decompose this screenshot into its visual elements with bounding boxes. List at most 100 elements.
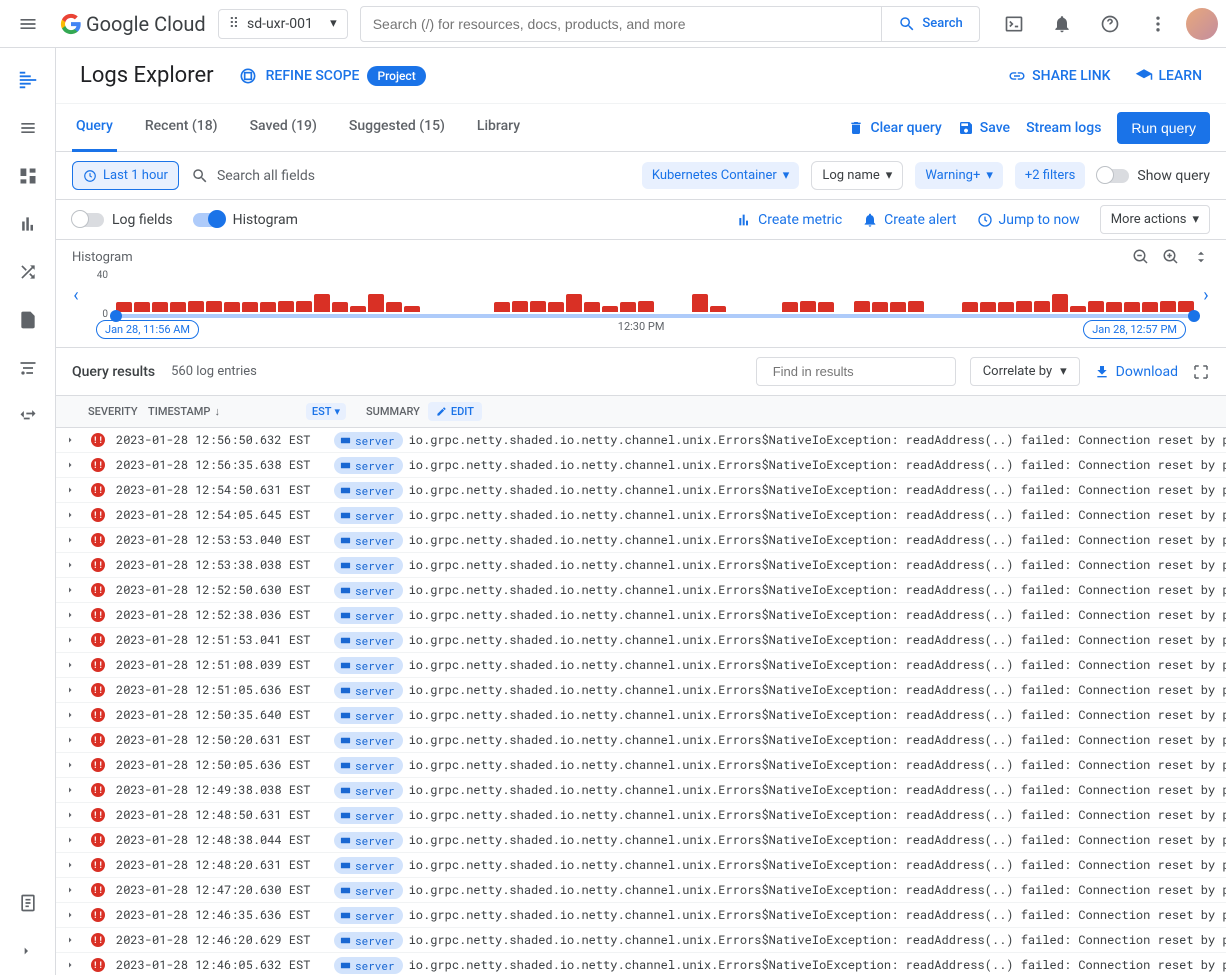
jump-to-now-button[interactable]: Jump to now <box>977 212 1080 228</box>
histogram-bar[interactable] <box>818 302 834 312</box>
resource-chip[interactable]: server <box>334 482 403 499</box>
resource-chip[interactable]: server <box>334 682 403 699</box>
rail-collapse-icon[interactable] <box>0 927 56 975</box>
resource-chip[interactable]: server <box>334 607 403 624</box>
expand-row-icon[interactable] <box>56 759 84 771</box>
histogram-bar[interactable] <box>584 302 600 312</box>
log-row[interactable]: !! 2023-01-28 12:51:08.039 EST server io… <box>56 653 1226 678</box>
histogram-bar[interactable] <box>872 302 888 312</box>
resource-chip[interactable]: server <box>334 882 403 899</box>
histogram-bar[interactable] <box>278 301 294 312</box>
resource-chip[interactable]: server <box>334 907 403 924</box>
rail-doc-icon[interactable] <box>0 296 56 344</box>
histogram-bar[interactable] <box>350 306 366 312</box>
histogram-bar[interactable] <box>386 302 402 312</box>
search-all-fields[interactable]: Search all fields <box>191 167 315 185</box>
tab-recent[interactable]: Recent (18) <box>141 104 222 152</box>
notifications-icon[interactable] <box>1042 4 1082 44</box>
clear-query-button[interactable]: Clear query <box>848 120 941 136</box>
col-timestamp[interactable]: TIMESTAMP ↓ EST▾ <box>144 403 354 420</box>
log-row[interactable]: !! 2023-01-28 12:50:35.640 EST server io… <box>56 703 1226 728</box>
col-severity[interactable]: SEVERITY <box>84 405 144 418</box>
histogram-bar[interactable] <box>368 294 384 312</box>
histogram-bar[interactable] <box>242 302 258 312</box>
expand-row-icon[interactable] <box>56 959 84 971</box>
histogram-bar[interactable] <box>1070 306 1086 312</box>
cloud-shell-icon[interactable] <box>994 4 1034 44</box>
save-button[interactable]: Save <box>958 120 1010 136</box>
log-row[interactable]: !! 2023-01-28 12:47:20.630 EST server io… <box>56 878 1226 903</box>
expand-icon[interactable] <box>1192 248 1210 266</box>
expand-row-icon[interactable] <box>56 534 84 546</box>
histogram-bar[interactable] <box>1088 301 1104 312</box>
more-menu-icon[interactable] <box>1138 4 1178 44</box>
expand-row-icon[interactable] <box>56 809 84 821</box>
resource-chip[interactable]: server <box>334 432 403 449</box>
log-row[interactable]: !! 2023-01-28 12:54:50.631 EST server io… <box>56 478 1226 503</box>
share-link-button[interactable]: SHARE LINK <box>1008 67 1110 85</box>
search-input[interactable] <box>361 16 882 32</box>
histogram-bar[interactable] <box>800 301 816 312</box>
histogram-bar[interactable] <box>296 301 312 312</box>
histogram-bar[interactable] <box>890 302 906 312</box>
logo[interactable]: Google Cloud <box>60 12 206 36</box>
histogram-bar[interactable] <box>188 301 204 312</box>
download-button[interactable]: Download <box>1094 364 1178 380</box>
resource-chip[interactable]: server <box>334 857 403 874</box>
expand-row-icon[interactable] <box>56 634 84 646</box>
stream-logs-button[interactable]: Stream logs <box>1026 120 1101 136</box>
histogram-slider[interactable] <box>116 314 1194 318</box>
histogram-bar[interactable] <box>548 302 564 312</box>
log-row[interactable]: !! 2023-01-28 12:56:35.638 EST server io… <box>56 453 1226 478</box>
log-row[interactable]: !! 2023-01-28 12:51:05.636 EST server io… <box>56 678 1226 703</box>
expand-row-icon[interactable] <box>56 509 84 521</box>
log-row[interactable]: !! 2023-01-28 12:52:50.630 EST server io… <box>56 578 1226 603</box>
log-row[interactable]: !! 2023-01-28 12:51:53.041 EST server io… <box>56 628 1226 653</box>
histogram-bar[interactable] <box>206 301 222 312</box>
log-row[interactable]: !! 2023-01-28 12:48:38.044 EST server io… <box>56 828 1226 853</box>
log-row[interactable]: !! 2023-01-28 12:52:38.036 EST server io… <box>56 603 1226 628</box>
fullscreen-icon[interactable] <box>1192 363 1210 381</box>
histogram-bar[interactable] <box>170 302 186 312</box>
edit-summary-button[interactable]: EDIT <box>428 402 482 421</box>
avatar[interactable] <box>1186 8 1218 40</box>
show-query-toggle[interactable]: Show query <box>1097 168 1210 184</box>
log-row[interactable]: !! 2023-01-28 12:46:35.636 EST server io… <box>56 903 1226 928</box>
rail-doc2-icon[interactable] <box>0 879 56 927</box>
create-alert-button[interactable]: Create alert <box>862 212 956 228</box>
expand-row-icon[interactable] <box>56 934 84 946</box>
expand-row-icon[interactable] <box>56 784 84 796</box>
timezone-select[interactable]: EST▾ <box>306 403 346 420</box>
rail-export-icon[interactable] <box>0 392 56 440</box>
histogram-bar[interactable] <box>692 294 708 312</box>
resource-chip[interactable]: server <box>334 932 403 949</box>
histogram-bar[interactable] <box>152 302 168 312</box>
resource-chip[interactable]: server <box>334 707 403 724</box>
log-row[interactable]: !! 2023-01-28 12:53:38.038 EST server io… <box>56 553 1226 578</box>
resource-chip[interactable]: server <box>334 957 403 974</box>
log-row[interactable]: !! 2023-01-28 12:46:20.629 EST server io… <box>56 928 1226 953</box>
expand-row-icon[interactable] <box>56 734 84 746</box>
rail-dashboard-icon[interactable] <box>0 152 56 200</box>
rail-metrics-icon[interactable] <box>0 200 56 248</box>
tab-suggested[interactable]: Suggested (15) <box>345 104 449 152</box>
histogram-bar[interactable] <box>1034 301 1050 312</box>
log-name-filter[interactable]: Log name▾ <box>811 161 903 190</box>
help-icon[interactable] <box>1090 4 1130 44</box>
expand-row-icon[interactable] <box>56 684 84 696</box>
zoom-in-icon[interactable] <box>1162 248 1180 266</box>
histogram-bar[interactable] <box>854 301 870 312</box>
rail-logs-icon[interactable] <box>0 56 56 104</box>
refine-scope-button[interactable]: REFINE SCOPE Project <box>238 66 426 86</box>
hamburger-menu[interactable] <box>8 4 48 44</box>
expand-row-icon[interactable] <box>56 584 84 596</box>
log-row[interactable]: !! 2023-01-28 12:54:05.645 EST server io… <box>56 503 1226 528</box>
histogram-bar[interactable] <box>980 302 996 312</box>
resource-chip[interactable]: server <box>334 732 403 749</box>
log-fields-toggle[interactable]: Log fields <box>72 212 173 228</box>
resource-chip[interactable]: server <box>334 632 403 649</box>
log-row[interactable]: !! 2023-01-28 12:48:50.631 EST server io… <box>56 803 1226 828</box>
histogram-bar[interactable] <box>602 306 618 312</box>
find-input[interactable] <box>773 364 949 379</box>
histogram-bar[interactable] <box>566 294 582 312</box>
